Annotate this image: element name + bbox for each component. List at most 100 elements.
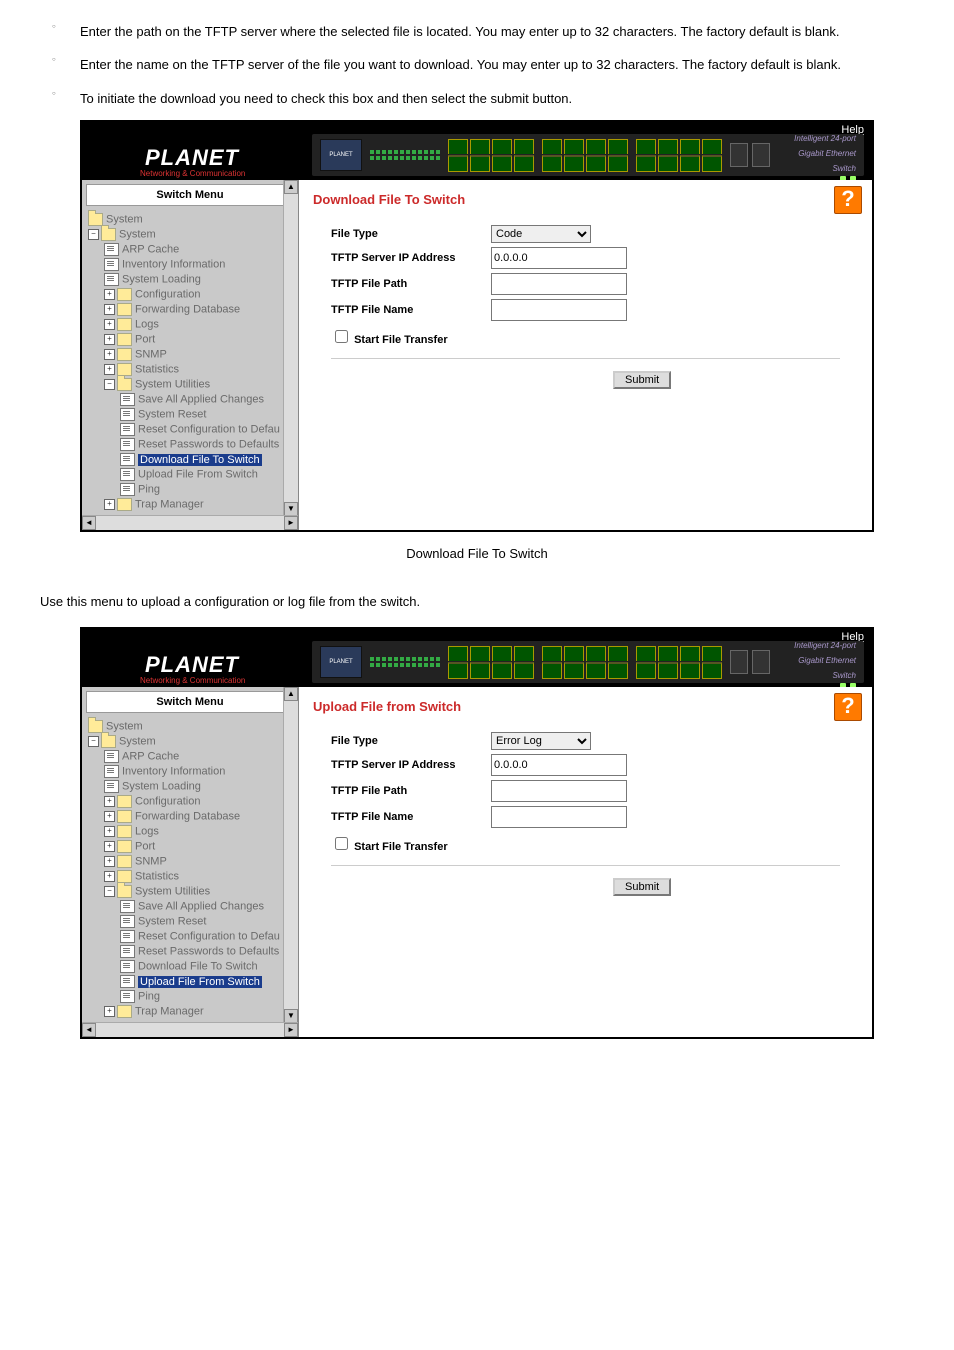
expand-icon[interactable]: + [104, 1006, 115, 1017]
server-input[interactable] [491, 247, 627, 269]
expand-icon[interactable]: + [104, 349, 115, 360]
submit-button[interactable]: Submit [613, 878, 671, 896]
collapse-icon[interactable]: − [88, 229, 99, 240]
label-filetype: File Type [331, 735, 491, 747]
path-input[interactable] [491, 273, 627, 295]
tree-item-fwd[interactable]: +Forwarding Database [86, 302, 294, 317]
tree-item-resetcfg[interactable]: Reset Configuration to Defau [86, 929, 294, 944]
port-group-icon [542, 646, 628, 679]
folder-icon [117, 333, 132, 346]
expand-icon[interactable]: + [104, 364, 115, 375]
expand-icon[interactable]: + [104, 499, 115, 510]
expand-icon[interactable]: + [104, 856, 115, 867]
start-transfer-checkbox[interactable] [335, 330, 348, 343]
tree-item-config[interactable]: +Configuration [86, 287, 294, 302]
page-heading: Download File To Switch [313, 192, 858, 207]
expand-icon[interactable]: + [104, 289, 115, 300]
intro-text: Enter the name on the TFTP server of the… [80, 57, 841, 72]
expand-icon[interactable]: + [104, 871, 115, 882]
tree-item-reset[interactable]: System Reset [86, 407, 294, 422]
tree-item-ping[interactable]: Ping [86, 482, 294, 497]
scroll-right-icon[interactable]: ► [284, 1023, 298, 1037]
tree-item-logs[interactable]: +Logs [86, 824, 294, 839]
intro-item: TFTP File Name Enter the name on the TFT… [40, 53, 914, 76]
tree-item-reset[interactable]: System Reset [86, 914, 294, 929]
tree-item-resetpwd[interactable]: Reset Passwords to Defaults [86, 944, 294, 959]
tree-item-upload[interactable]: Upload File From Switch [86, 467, 294, 482]
uplink-icon [730, 143, 770, 167]
scroll-left-icon[interactable]: ◄ [82, 1023, 96, 1037]
port-group-icon [542, 139, 628, 172]
tree-item-fwd[interactable]: +Forwarding Database [86, 809, 294, 824]
expand-icon[interactable]: + [104, 796, 115, 807]
tree-item-arp[interactable]: ARP Cache [86, 242, 294, 257]
horizontal-scrollbar[interactable]: ◄► [82, 515, 298, 530]
tree-item-upload[interactable]: Upload File From Switch [86, 974, 294, 989]
expand-icon[interactable]: + [104, 826, 115, 837]
tree-item-config[interactable]: +Configuration [86, 794, 294, 809]
tree-root[interactable]: System [86, 212, 294, 227]
tree-item-snmp[interactable]: +SNMP [86, 854, 294, 869]
page-icon [120, 423, 135, 436]
server-input[interactable] [491, 754, 627, 776]
led-grid-icon [370, 150, 440, 160]
folder-icon [117, 303, 132, 316]
tree-item-port[interactable]: +Port [86, 839, 294, 854]
port-group-icon [448, 139, 534, 172]
scroll-up-icon[interactable]: ▲ [284, 180, 298, 194]
label-start: Start File Transfer [354, 841, 448, 853]
expand-icon[interactable]: + [104, 334, 115, 345]
tree-item-inventory[interactable]: Inventory Information [86, 764, 294, 779]
tree-item-inventory[interactable]: Inventory Information [86, 257, 294, 272]
expand-icon[interactable]: + [104, 319, 115, 330]
scroll-down-icon[interactable]: ▼ [284, 502, 298, 516]
tree-item-sysutil[interactable]: −System Utilities [86, 884, 294, 899]
expand-icon[interactable]: + [104, 811, 115, 822]
tree-system[interactable]: −System [86, 734, 294, 749]
tree-item-arp[interactable]: ARP Cache [86, 749, 294, 764]
collapse-icon[interactable]: − [104, 886, 115, 897]
tree-item-resetpwd[interactable]: Reset Passwords to Defaults [86, 437, 294, 452]
name-input[interactable] [491, 299, 627, 321]
help-icon[interactable]: ? [834, 186, 862, 214]
expand-icon[interactable]: + [104, 841, 115, 852]
tree-item-download[interactable]: Download File To Switch [86, 959, 294, 974]
page-icon [104, 243, 119, 256]
page-icon [104, 273, 119, 286]
tree-item-loading[interactable]: System Loading [86, 779, 294, 794]
tree-item-trap[interactable]: +Trap Manager [86, 497, 294, 512]
tree-item-trap[interactable]: +Trap Manager [86, 1004, 294, 1019]
tree-item-save[interactable]: Save All Applied Changes [86, 392, 294, 407]
folder-icon [117, 795, 132, 808]
tree-item-loading[interactable]: System Loading [86, 272, 294, 287]
expand-icon[interactable]: + [104, 304, 115, 315]
tree-item-logs[interactable]: +Logs [86, 317, 294, 332]
tree-item-resetcfg[interactable]: Reset Configuration to Defau [86, 422, 294, 437]
vertical-scrollbar[interactable]: ▲▼ [283, 687, 298, 1037]
scroll-left-icon[interactable]: ◄ [82, 516, 96, 530]
help-icon[interactable]: ? [834, 693, 862, 721]
horizontal-scrollbar[interactable]: ◄► [82, 1022, 298, 1037]
tree-root[interactable]: System [86, 719, 294, 734]
start-transfer-checkbox[interactable] [335, 837, 348, 850]
scroll-down-icon[interactable]: ▼ [284, 1009, 298, 1023]
tree-item-port[interactable]: +Port [86, 332, 294, 347]
folder-open-icon [117, 885, 132, 898]
name-input[interactable] [491, 806, 627, 828]
collapse-icon[interactable]: − [88, 736, 99, 747]
tree-item-snmp[interactable]: +SNMP [86, 347, 294, 362]
scroll-up-icon[interactable]: ▲ [284, 687, 298, 701]
collapse-icon[interactable]: − [104, 379, 115, 390]
filetype-select[interactable]: Code [491, 225, 591, 243]
scroll-right-icon[interactable]: ► [284, 516, 298, 530]
vertical-scrollbar[interactable]: ▲▼ [283, 180, 298, 530]
tree-item-sysutil[interactable]: −System Utilities [86, 377, 294, 392]
submit-button[interactable]: Submit [613, 371, 671, 389]
tree-item-save[interactable]: Save All Applied Changes [86, 899, 294, 914]
tree-item-ping[interactable]: Ping [86, 989, 294, 1004]
page-icon [120, 453, 135, 466]
path-input[interactable] [491, 780, 627, 802]
tree-system[interactable]: −System [86, 227, 294, 242]
tree-item-download[interactable]: Download File To Switch [86, 452, 294, 467]
filetype-select[interactable]: Error Log [491, 732, 591, 750]
